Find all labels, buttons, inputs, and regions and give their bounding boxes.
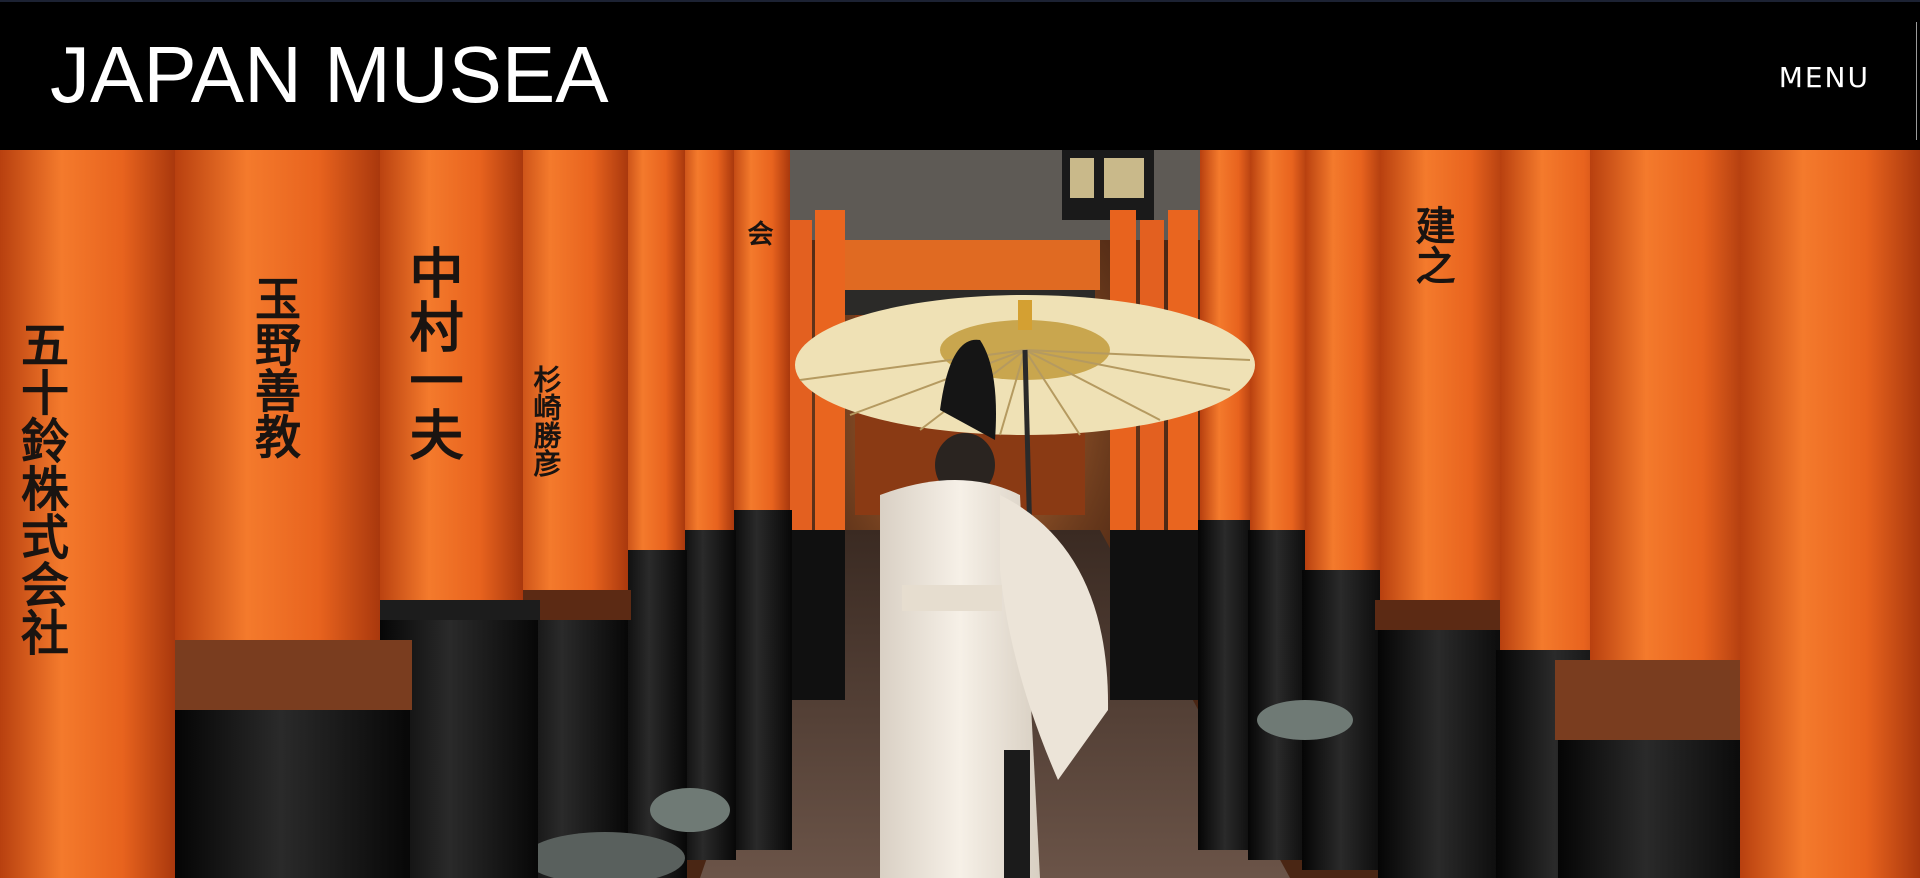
site-logo[interactable]: JAPAN MUSEA xyxy=(50,30,609,120)
inscription-3: 中村一夫 xyxy=(400,245,464,461)
hero-image: 五十鈴株式会社 玉野善教 中村一夫 杉崎勝彦 会 建之 xyxy=(0,150,1920,878)
hero-banner: 五十鈴株式会社 玉野善教 中村一夫 杉崎勝彦 会 建之 xyxy=(0,150,1920,878)
inscription-6: 建之 xyxy=(1409,205,1456,285)
inscription-2: 玉野善教 xyxy=(248,275,302,460)
site-header: JAPAN MUSEA MENU xyxy=(0,0,1920,150)
inscription-1: 五十鈴株式会社 xyxy=(12,320,69,656)
right-pillars xyxy=(1198,150,1920,878)
distant-pillars-right xyxy=(1110,210,1205,700)
inscription-5: 会 xyxy=(743,220,773,247)
menu-button[interactable]: MENU xyxy=(1779,58,1870,98)
left-pillars xyxy=(0,150,792,878)
inscription-4: 杉崎勝彦 xyxy=(530,365,563,478)
scrollbar-edge xyxy=(1916,22,1917,140)
